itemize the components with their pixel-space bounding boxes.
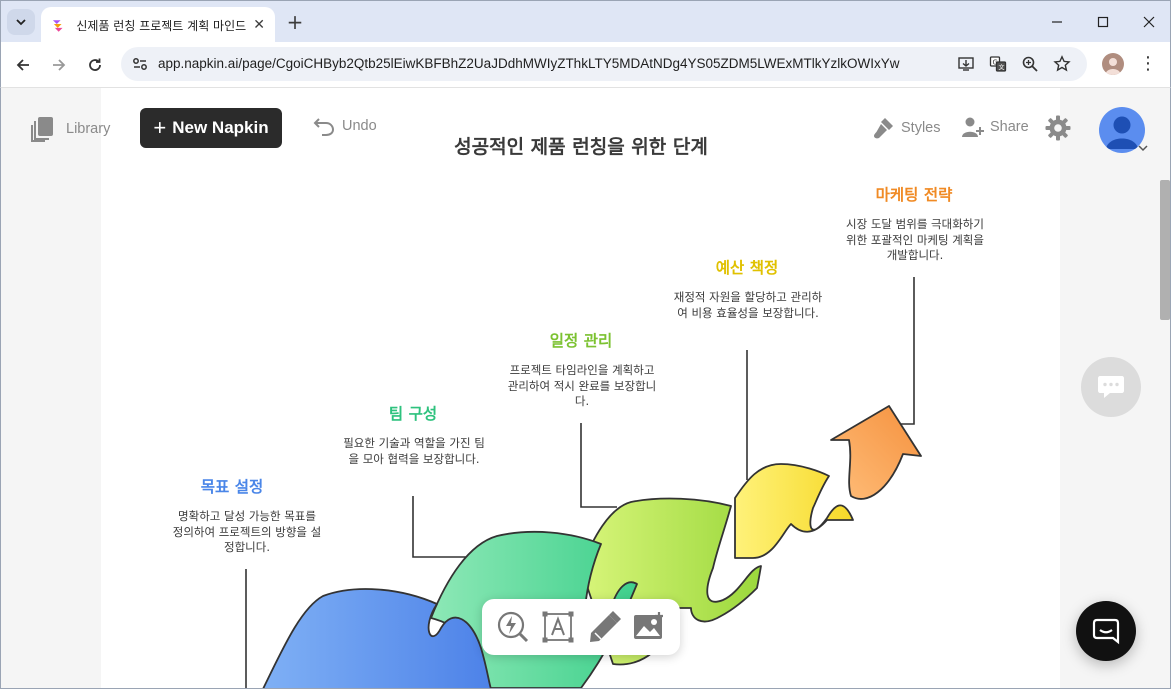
ribbon-segment-budget	[734, 463, 854, 559]
new-napkin-button[interactable]: + New Napkin	[140, 108, 282, 148]
draw-tool-button[interactable]	[585, 608, 623, 646]
library-icon	[31, 117, 53, 142]
image-icon	[634, 612, 664, 639]
step-title-marketing: 마케팅 전략	[875, 186, 953, 204]
text-box-icon	[542, 611, 574, 643]
close-icon	[1143, 16, 1155, 28]
chat-bubble-icon	[1098, 376, 1124, 398]
new-tab-button[interactable]: +	[283, 10, 307, 34]
browser-tab-bar: 신제품 런칭 프로젝트 계획 마인드맵 ✕ +	[0, 0, 1171, 43]
comment-button[interactable]	[1081, 357, 1141, 417]
address-bar[interactable]: app.napkin.ai/page/CgoiCHByb2Qtb25lEiwKB…	[121, 47, 1087, 81]
arrow-right-icon	[53, 59, 66, 71]
undo-icon	[313, 118, 335, 136]
plus-icon: +	[153, 115, 167, 140]
image-tool-button[interactable]	[630, 608, 668, 646]
intercom-icon	[1092, 618, 1120, 645]
close-window-button[interactable]	[1134, 9, 1164, 35]
minimize-button[interactable]	[1042, 9, 1072, 35]
step-desc-schedule: 프로젝트 타임라인을 계획하고 관리하여 적시 완료를 보장합니다.	[507, 363, 657, 408]
site-settings-icon[interactable]	[131, 55, 149, 73]
library-label: Library	[66, 121, 111, 137]
share-label: Share	[990, 119, 1029, 135]
napkin-app: 성공적인 제품 런칭을 위한 단계 마케팅 전략 시장 도달 범위를 극대화하기…	[0, 88, 1171, 689]
paintbrush-icon	[874, 118, 893, 139]
library-button[interactable]: Library	[31, 116, 110, 142]
reload-icon	[89, 58, 101, 71]
generate-visual-button[interactable]	[494, 608, 532, 646]
support-chat-launcher[interactable]	[1076, 601, 1136, 661]
translate-icon[interactable]: G文	[988, 54, 1008, 74]
styles-label: Styles	[901, 120, 941, 136]
back-button[interactable]	[9, 51, 37, 79]
step-desc-team: 필요한 기술과 역할을 가진 팀을 모아 협력을 보장합니다.	[343, 436, 485, 466]
reload-button[interactable]	[81, 51, 109, 79]
step-desc-marketing: 시장 도달 범위를 극대화하기 위한 포괄적인 마케팅 계획을 개발합니다.	[846, 217, 984, 262]
napkin-favicon-icon	[52, 20, 63, 32]
minimize-icon	[1052, 21, 1062, 23]
svg-text:文: 文	[999, 64, 1005, 72]
browser-menu-icon[interactable]: ⋮	[1139, 53, 1157, 75]
maximize-icon	[1097, 16, 1109, 28]
page-scrollbar[interactable]	[1160, 180, 1170, 320]
step-title-team: 팀 구성	[388, 405, 438, 423]
lightning-search-icon	[497, 611, 528, 643]
floating-edit-toolbar	[482, 599, 680, 655]
pen-icon	[589, 611, 621, 642]
step-desc-goal: 명확하고 달성 가능한 목표를 정의하여 프로젝트의 방향을 설정합니다.	[172, 509, 322, 554]
url-text[interactable]: app.napkin.ai/page/CgoiCHByb2Qtb25lEiwKB…	[158, 56, 918, 71]
undo-label: Undo	[342, 118, 377, 134]
tab-title: 신제품 런칭 프로젝트 계획 마인드맵	[76, 18, 248, 33]
step-title-budget: 예산 책정	[715, 259, 779, 277]
undo-button[interactable]: Undo	[313, 116, 377, 136]
chevron-down-icon	[16, 19, 26, 26]
tab-search-button[interactable]	[7, 9, 35, 35]
diagram-title: 성공적인 제품 런칭을 위한 단계	[454, 136, 708, 158]
install-app-icon[interactable]	[956, 54, 976, 74]
new-napkin-label: New Napkin	[172, 118, 269, 137]
bookmark-star-icon[interactable]	[1052, 54, 1072, 74]
browser-toolbar: app.napkin.ai/page/CgoiCHByb2Qtb25lEiwKB…	[0, 42, 1171, 88]
arrow-left-icon	[16, 59, 29, 71]
ribbon-segment-marketing	[830, 405, 922, 500]
text-tool-button[interactable]	[539, 608, 577, 646]
share-button[interactable]: Share	[961, 116, 1029, 138]
browser-tab-active[interactable]: 신제품 런칭 프로젝트 계획 마인드맵 ✕	[41, 7, 275, 43]
avatar-chevron-down-icon[interactable]	[1138, 144, 1148, 152]
maximize-button[interactable]	[1088, 9, 1118, 35]
step-title-goal: 목표 설정	[200, 478, 264, 496]
zoom-icon[interactable]	[1020, 54, 1040, 74]
step-title-schedule: 일정 관리	[549, 332, 613, 350]
browser-profile-avatar[interactable]	[1102, 53, 1124, 75]
gear-icon[interactable]	[1045, 115, 1071, 141]
step-desc-budget: 재정적 자원을 할당하고 관리하여 비용 효율성을 보장합니다.	[673, 290, 823, 320]
styles-button[interactable]: Styles	[873, 116, 941, 140]
forward-button[interactable]	[45, 51, 73, 79]
svg-text:G: G	[993, 59, 998, 67]
add-person-icon	[962, 117, 984, 137]
tab-close-icon[interactable]: ✕	[253, 17, 265, 33]
